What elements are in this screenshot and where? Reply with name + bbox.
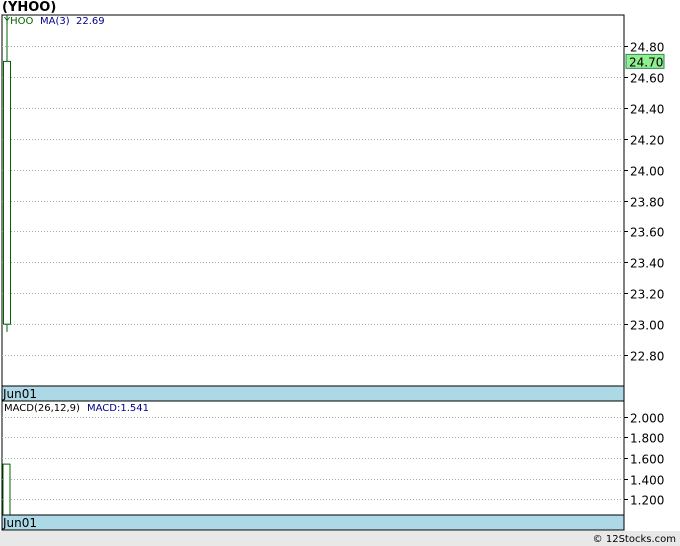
macd-marks xyxy=(2,463,11,516)
y-tick-label: 1.600 xyxy=(630,453,664,467)
y-tick-label: 23.60 xyxy=(630,226,664,240)
copyright-text[interactable]: © 12Stocks.com xyxy=(593,534,676,545)
y-tick-label: 24.80 xyxy=(630,41,664,55)
price-marks xyxy=(3,15,11,332)
date-label: Jun01 xyxy=(2,387,37,401)
y-tick-label: 24.20 xyxy=(630,134,664,148)
y-tick-label: 24.00 xyxy=(630,165,664,179)
footer: © 12Stocks.com xyxy=(0,531,680,546)
macd-bar xyxy=(2,463,11,516)
y-tick-label: 1.200 xyxy=(630,494,664,508)
y-tick-label: 23.00 xyxy=(630,319,664,333)
date-band xyxy=(1,514,625,531)
price-panel-frame xyxy=(1,14,625,387)
price-date-band: Jun01 xyxy=(1,385,625,402)
price-panel: 24.80 24.60 24.40 24.20 24.00 23.80 23.60 23.40… xyxy=(1,14,665,402)
price-legend: YHOO MA(3) 22.69 xyxy=(3,16,105,27)
macd-panel: 2.000 1.800 1.600 1.400 1.200 MACD(26,12,9) … xyxy=(1,400,664,531)
y-tick-label: 2.000 xyxy=(630,412,664,426)
macd-date-band: Jun01 xyxy=(1,514,625,531)
macd-axis: 2.000 1.800 1.600 1.400 1.200 xyxy=(624,412,664,508)
legend-macd-name: MACD(26,12,9) xyxy=(4,403,80,414)
candle-body xyxy=(3,60,11,325)
legend-ma-label: MA(3) xyxy=(40,16,70,27)
legend-ticker: YHOO xyxy=(3,16,33,27)
last-price-label: 24.70 xyxy=(629,55,663,69)
y-tick-label: 23.20 xyxy=(630,288,664,302)
y-tick-label: 1.800 xyxy=(630,432,664,446)
legend-ma-value: 22.69 xyxy=(76,16,105,27)
y-tick-label: 24.40 xyxy=(630,103,664,117)
macd-legend: MACD(26,12,9) MACD:1.541 xyxy=(4,403,149,414)
date-band xyxy=(1,385,625,402)
date-label: Jun01 xyxy=(2,516,37,530)
y-tick-label: 23.40 xyxy=(630,257,664,271)
price-axis: 24.80 24.60 24.40 24.20 24.00 23.80 23.60 23.40… xyxy=(624,41,664,364)
footer-background xyxy=(0,531,680,546)
y-tick-label: 1.400 xyxy=(630,474,664,488)
y-tick-label: 23.80 xyxy=(630,196,664,210)
last-price-marker: 24.70 xyxy=(625,53,665,69)
y-tick-label: 22.80 xyxy=(630,350,664,364)
legend-macd-value: MACD:1.541 xyxy=(87,403,149,414)
y-tick-label: 24.60 xyxy=(630,72,664,86)
chart-canvas: 24.80 24.60 24.40 24.20 24.00 23.80 23.60 23.40… xyxy=(0,14,680,546)
